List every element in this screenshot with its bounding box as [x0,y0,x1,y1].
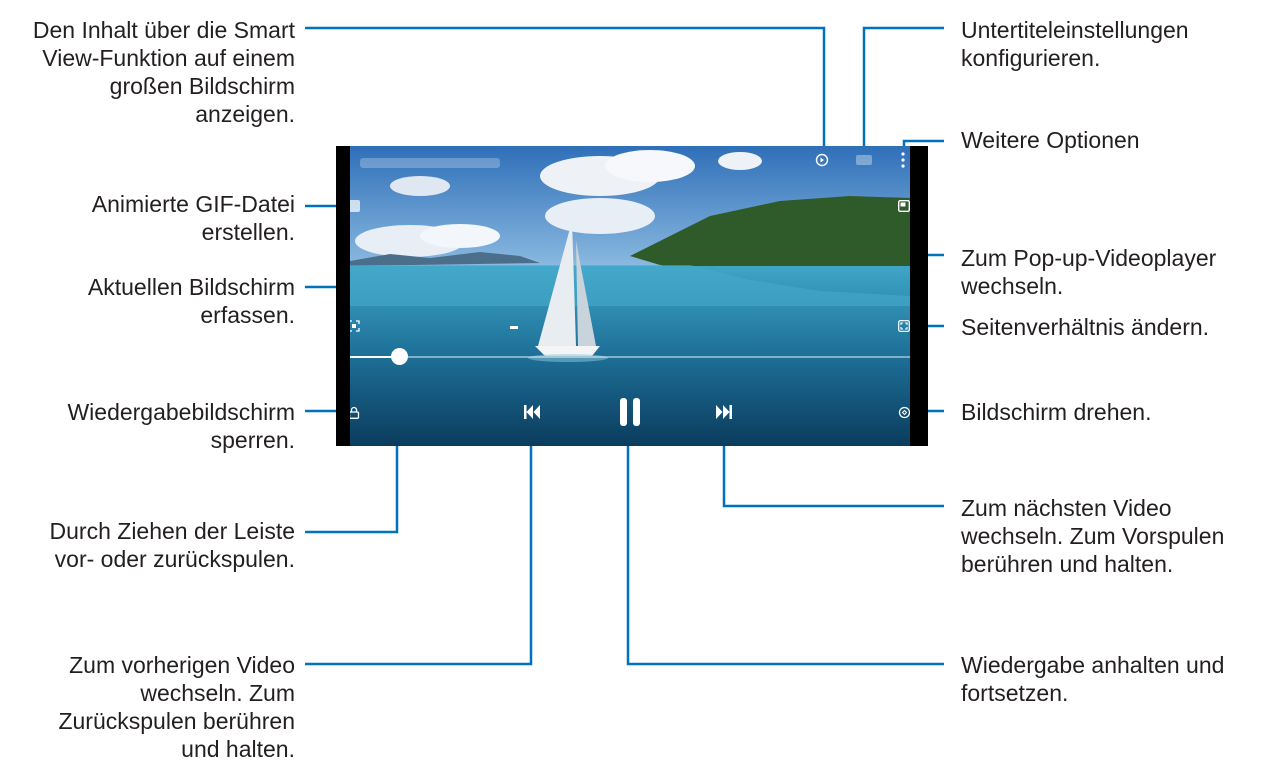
label-more: Weitere Optionen [961,127,1140,153]
seek-track[interactable] [350,356,910,358]
label-pause: Wiedergabe anhalten und fortsetzen. [961,652,1225,706]
previous-button[interactable] [520,400,544,424]
gif-button[interactable] [350,198,362,214]
popup-player-button[interactable] [896,198,910,214]
label-capture: Aktuellen Bildschirm erfassen. [87,274,295,328]
label-seek: Durch Ziehen der Leiste vor- oder zurück… [49,518,295,572]
label-smart-view: Den Inhalt über die Smart View-Funktion … [32,17,295,127]
aspect-ratio-icon [898,320,910,332]
previous-icon [524,405,540,419]
rotate-icon [898,406,910,418]
popup-player-icon [898,200,910,212]
label-previous: Zum vorherigen Video wechseln. Zum Zurüc… [58,652,295,762]
pause-icon [620,398,640,426]
seek-handle[interactable] [391,348,408,365]
next-icon [716,405,732,419]
label-subtitles: Untertiteleinstellungen konfigurieren. [961,17,1189,71]
smart-view-button[interactable] [814,152,830,168]
lock-icon [350,406,360,419]
label-ratio: Seitenverhältnis ändern. [961,314,1210,340]
aspect-ratio-button[interactable] [896,318,910,334]
label-rotate: Bildschirm drehen. [961,399,1152,425]
video-screen[interactable] [350,146,910,446]
lock-button[interactable] [350,404,362,420]
more-options-icon [901,152,905,168]
label-popup: Zum Pop-up-Videoplayer wechseln. [961,245,1217,299]
smart-view-icon [815,153,829,167]
rotate-button[interactable] [896,404,910,420]
capture-button[interactable] [350,318,362,334]
capture-icon [350,320,360,332]
more-options-button[interactable] [898,150,908,170]
subtitle-icon [856,155,872,165]
label-lock: Wiedergabebildschirm sperren. [67,399,295,453]
subtitle-button[interactable] [855,154,873,166]
label-next: Zum nächsten Video wechseln. Zum Vorspul… [961,495,1225,577]
label-gif: Animierte GIF-Datei erstellen. [91,191,295,245]
next-button[interactable] [712,400,736,424]
gif-icon [350,200,360,212]
pause-button[interactable] [615,394,645,430]
phone-frame [336,146,928,446]
